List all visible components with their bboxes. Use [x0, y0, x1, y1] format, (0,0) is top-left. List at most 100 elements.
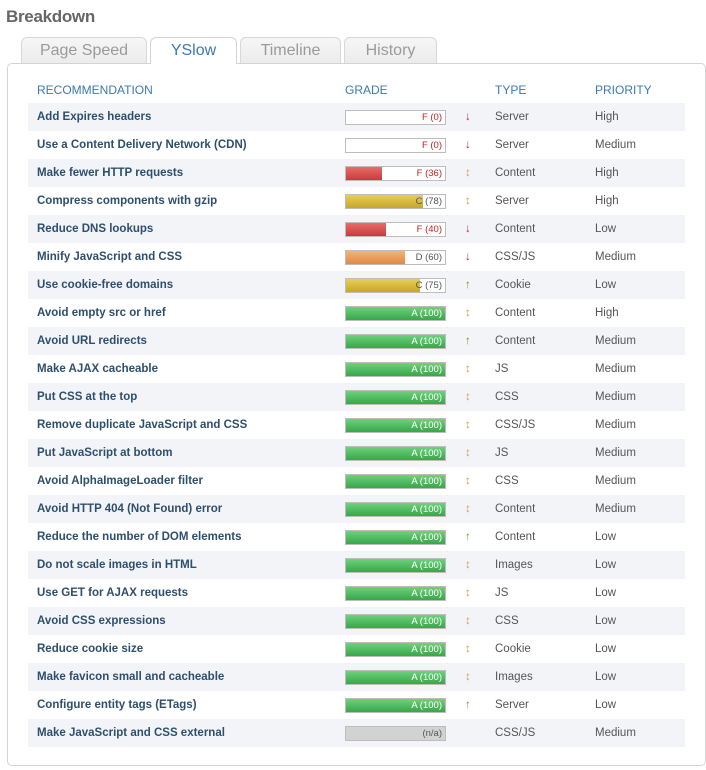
recommendation-cell[interactable]: Make JavaScript and CSS external [28, 719, 336, 747]
table-row[interactable]: Make AJAX cacheable A (100) ↕ JS Medium [28, 355, 685, 383]
table-row[interactable]: Reduce DNS lookups F (40) ↓ Content Low [28, 215, 685, 243]
grade-label: C (78) [415, 195, 442, 207]
type-cell: Server [486, 691, 586, 719]
grade-cell: (n/a) [336, 719, 456, 747]
recommendation-cell[interactable]: Use a Content Delivery Network (CDN) [28, 131, 336, 159]
arrow-up-down-icon: ↕ [465, 615, 471, 627]
column-header-recommendation[interactable]: RECOMMENDATION [28, 76, 336, 103]
type-cell: CSS [486, 383, 586, 411]
tab-yslow[interactable]: YSlow [150, 37, 237, 64]
column-header-priority[interactable]: PRIORITY [586, 76, 685, 103]
grade-bar: A (100) [345, 557, 446, 573]
grade-bar: A (100) [345, 333, 446, 349]
table-row[interactable]: Add Expires headers F (0) ↓ Server High [28, 103, 685, 131]
trend-cell: ↕ [456, 607, 486, 635]
recommendation-cell[interactable]: Make favicon small and cacheable [28, 663, 336, 691]
grade-bar: A (100) [345, 669, 446, 685]
table-row[interactable]: Avoid HTTP 404 (Not Found) error A (100) ↕… [28, 495, 685, 523]
type-cell: Images [486, 551, 586, 579]
recommendation-cell[interactable]: Avoid empty src or href [28, 299, 336, 327]
grade-label: A (100) [411, 419, 442, 431]
grade-fill [346, 250, 406, 264]
table-row[interactable]: Avoid URL redirects A (100) ↑ Content Medium [28, 327, 685, 355]
table-row[interactable]: Compress components with gzip C (78) ↕ Serv… [28, 187, 685, 215]
grade-cell: A (100) [336, 691, 456, 719]
table-row[interactable]: Avoid empty src or href A (100) ↕ Content Hi… [28, 299, 685, 327]
trend-cell: ↑ [456, 691, 486, 719]
recommendation-cell[interactable]: Use GET for AJAX requests [28, 579, 336, 607]
table-row[interactable]: Reduce the number of DOM elements A (100)… [28, 523, 685, 551]
recommendation-cell[interactable]: Reduce the number of DOM elements [28, 523, 336, 551]
table-body: Add Expires headers F (0) ↓ Server High Use a… [28, 103, 685, 747]
recommendation-cell[interactable]: Put JavaScript at bottom [28, 439, 336, 467]
table-row[interactable]: Make fewer HTTP requests F (36) ↕ Content Hi… [28, 159, 685, 187]
recommendation-cell[interactable]: Avoid URL redirects [28, 327, 336, 355]
arrow-up-down-icon: ↕ [465, 167, 471, 179]
type-cell: JS [486, 355, 586, 383]
recommendation-cell[interactable]: Reduce DNS lookups [28, 215, 336, 243]
recommendation-cell[interactable]: Minify JavaScript and CSS [28, 243, 336, 271]
grade-bar: A (100) [345, 389, 446, 405]
table-row[interactable]: Reduce cookie size A (100) ↕ Cookie Low [28, 635, 685, 663]
recommendation-cell[interactable]: Make AJAX cacheable [28, 355, 336, 383]
type-cell: Server [486, 103, 586, 131]
priority-cell: Medium [586, 439, 685, 467]
table-row[interactable]: Make JavaScript and CSS external (n/a) CSS… [28, 719, 685, 747]
arrow-up-down-icon: ↕ [465, 447, 471, 459]
recommendation-cell[interactable]: Put CSS at the top [28, 383, 336, 411]
table-row[interactable]: Use a Content Delivery Network (CDN) F (0… [28, 131, 685, 159]
type-cell: CSS [486, 607, 586, 635]
priority-cell: Low [586, 523, 685, 551]
tab-bar: Page Speed YSlow Timeline History [21, 37, 440, 64]
recommendation-cell[interactable]: Compress components with gzip [28, 187, 336, 215]
grade-cell: F (36) [336, 159, 456, 187]
tab-timeline[interactable]: Timeline [240, 37, 341, 63]
recommendation-cell[interactable]: Make fewer HTTP requests [28, 159, 336, 187]
table-row[interactable]: Remove duplicate JavaScript and CSS A (10… [28, 411, 685, 439]
recommendation-cell[interactable]: Configure entity tags (ETags) [28, 691, 336, 719]
tab-page-speed[interactable]: Page Speed [21, 37, 147, 63]
grade-cell: A (100) [336, 579, 456, 607]
recommendation-cell[interactable]: Do not scale images in HTML [28, 551, 336, 579]
arrow-up-icon: ↑ [465, 699, 471, 711]
trend-cell: ↕ [456, 467, 486, 495]
table-row[interactable]: Put CSS at the top A (100) ↕ CSS Medium [28, 383, 685, 411]
arrow-up-down-icon: ↕ [465, 503, 471, 515]
recommendation-cell[interactable]: Remove duplicate JavaScript and CSS [28, 411, 336, 439]
type-cell: Content [486, 495, 586, 523]
arrow-up-down-icon: ↕ [465, 671, 471, 683]
column-header-grade[interactable]: GRADE [336, 76, 456, 103]
priority-cell: Medium [586, 327, 685, 355]
table-row[interactable]: Avoid CSS expressions A (100) ↕ CSS Low [28, 607, 685, 635]
table-row[interactable]: Do not scale images in HTML A (100) ↕ Image… [28, 551, 685, 579]
grade-cell: A (100) [336, 467, 456, 495]
table-row[interactable]: Minify JavaScript and CSS D (60) ↓ CSS/JS Me… [28, 243, 685, 271]
grade-bar: F (36) [345, 165, 446, 181]
priority-cell: Medium [586, 355, 685, 383]
recommendation-cell[interactable]: Add Expires headers [28, 103, 336, 131]
table-row[interactable]: Configure entity tags (ETags) A (100) ↑ Ser… [28, 691, 685, 719]
column-header-trend [456, 76, 486, 103]
recommendation-cell[interactable]: Use cookie-free domains [28, 271, 336, 299]
table-row[interactable]: Avoid AlphaImageLoader filter A (100) ↕ CSS… [28, 467, 685, 495]
priority-cell: High [586, 103, 685, 131]
arrow-up-down-icon: ↕ [465, 587, 471, 599]
grade-cell: D (60) [336, 243, 456, 271]
recommendation-cell[interactable]: Reduce cookie size [28, 635, 336, 663]
trend-cell: ↕ [456, 579, 486, 607]
grade-label: A (100) [411, 363, 442, 375]
recommendation-cell[interactable]: Avoid HTTP 404 (Not Found) error [28, 495, 336, 523]
tab-history[interactable]: History [344, 37, 437, 63]
priority-cell: High [586, 159, 685, 187]
table-row[interactable]: Use cookie-free domains C (75) ↑ Cookie Low [28, 271, 685, 299]
table-row[interactable]: Put JavaScript at bottom A (100) ↕ JS Medium [28, 439, 685, 467]
recommendation-cell[interactable]: Avoid CSS expressions [28, 607, 336, 635]
table-row[interactable]: Make favicon small and cacheable A (100) ↕… [28, 663, 685, 691]
type-cell: Cookie [486, 271, 586, 299]
table-row[interactable]: Use GET for AJAX requests A (100) ↕ JS Low [28, 579, 685, 607]
grade-cell: A (100) [336, 663, 456, 691]
trend-cell: ↕ [456, 411, 486, 439]
recommendation-cell[interactable]: Avoid AlphaImageLoader filter [28, 467, 336, 495]
column-header-type[interactable]: TYPE [486, 76, 586, 103]
grade-bar: A (100) [345, 641, 446, 657]
